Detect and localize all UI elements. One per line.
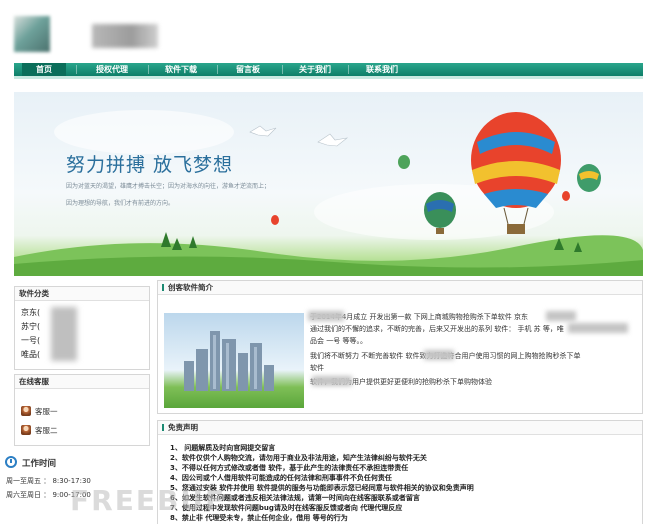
intro-text-line: 通过我们的不懈的追求，不断的完善，后来又开发出的系列 软件： 手机 苏 等，唯	[310, 325, 564, 333]
service-label: 客服一	[35, 407, 58, 416]
site-name	[92, 24, 158, 48]
clock-icon	[5, 456, 17, 468]
banner-subtitle: 因为理想的导航，我们才有前进的方向。	[66, 200, 175, 207]
site-logo[interactable]	[14, 16, 50, 52]
category-title: 软件分类	[15, 287, 149, 301]
nav-agent[interactable]: 授权代理	[86, 63, 138, 76]
disclaimer-title: 免责声明	[158, 421, 642, 435]
category-link[interactable]: 一号(	[21, 335, 40, 346]
hero-banner: 努力拼搏 放飞梦想 因为对蓝天的渴望，雄鹰才搏击长空；因为对海水的向往，游鱼才逆…	[14, 92, 643, 276]
qq-icon	[21, 406, 31, 416]
nav-guestbook[interactable]: 留言板	[226, 63, 270, 76]
service-contact[interactable]: 客服一	[21, 406, 58, 417]
nav-contact[interactable]: 联系我们	[356, 63, 408, 76]
nav-divider	[148, 65, 149, 74]
disclaimer-line: 1、 问题解质及时向官网提交留言	[170, 444, 276, 452]
title-marker	[162, 284, 164, 291]
category-link[interactable]: 苏宁(	[21, 321, 40, 332]
main-nav: 首页 授权代理 软件下载 留言板 关于我们 联系我们	[14, 63, 643, 79]
redaction-blur	[546, 311, 576, 321]
disclaimer-line: 4、因公司或个人借用软件可能造成的任何法律和刑事事件不负任何责任	[170, 474, 392, 482]
nav-divider	[217, 65, 218, 74]
redaction-blur	[312, 376, 352, 386]
nav-divider	[282, 65, 283, 74]
category-link[interactable]: 唯品(	[21, 349, 40, 360]
nav-divider	[348, 65, 349, 74]
redaction-blur	[424, 350, 454, 360]
banner-slogan: 努力拼搏 放飞梦想	[66, 154, 234, 176]
category-panel: 软件分类 京东( 苏宁( 一号( 唯品(	[14, 286, 150, 370]
work-hours-title: 工作时间	[22, 459, 57, 469]
service-panel: 在线客服 客服一 客服二	[14, 374, 150, 446]
title-marker	[162, 424, 164, 431]
watermark: FREEBUF	[70, 484, 227, 517]
disclaimer-line: 2、软件仅供个人购物交流，请勿用于商业及非法用途，知产生法律纠纷与软件无关	[170, 454, 427, 462]
intro-title: 创客软件简介	[158, 281, 642, 295]
disclaimer-title-text: 免责声明	[168, 423, 198, 432]
intro-title-text: 创客软件简介	[168, 283, 213, 292]
intro-text-line: 品会 一号 等等。。	[310, 337, 367, 345]
nav-home[interactable]: 首页	[22, 63, 66, 76]
category-link[interactable]: 京东(	[21, 307, 40, 318]
disclaimer-line: 3、不得以任何方式修改或者借 软件，基于此产生的法律责任不承担连带责任	[170, 464, 409, 472]
redaction-blur	[568, 323, 628, 333]
redaction-blur	[308, 311, 344, 321]
service-title: 在线客服	[15, 375, 149, 389]
redaction-blur	[51, 307, 77, 361]
intro-text-line: 软件	[310, 364, 324, 372]
banner-subtitle: 因为对蓝天的渴望，雄鹰才搏击长空；因为对海水的向往，游鱼才逆流而上；	[66, 183, 271, 190]
service-contact[interactable]: 客服二	[21, 425, 58, 436]
nav-download[interactable]: 软件下载	[156, 63, 206, 76]
city-skyline-image	[164, 313, 304, 408]
nav-about[interactable]: 关于我们	[290, 63, 340, 76]
skyline-graphic	[184, 331, 274, 391]
service-label: 客服二	[35, 426, 58, 435]
nav-divider	[76, 65, 77, 74]
qq-icon	[21, 425, 31, 435]
